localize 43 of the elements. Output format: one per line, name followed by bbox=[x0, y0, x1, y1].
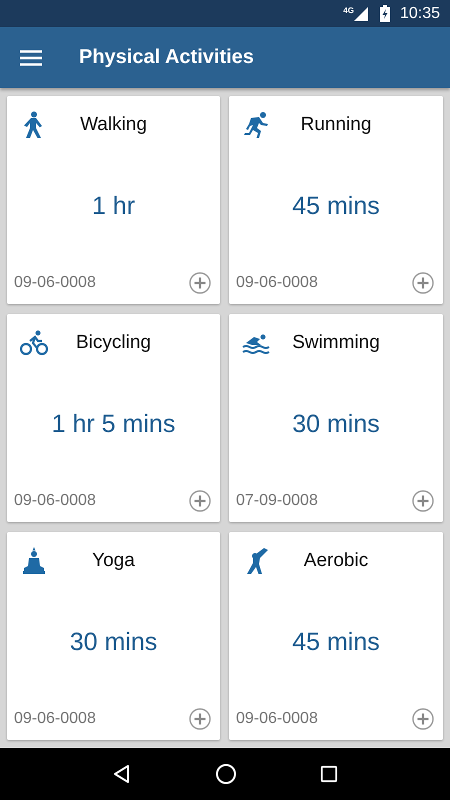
activity-name: Running bbox=[300, 114, 372, 136]
menu-icon bbox=[20, 50, 42, 66]
activity-card[interactable]: Walking 1 hr 09-06-0008 bbox=[7, 96, 220, 304]
activity-duration: 1 hr 5 mins bbox=[50, 408, 176, 440]
back-icon[interactable] bbox=[112, 764, 132, 784]
activity-duration: 45 mins bbox=[291, 626, 381, 658]
running-person-icon bbox=[242, 111, 270, 139]
activity-name: Walking bbox=[79, 114, 148, 136]
battery-charging-icon bbox=[380, 5, 390, 22]
activity-date: 07-09-0008 bbox=[236, 492, 318, 510]
cyclist-icon bbox=[20, 329, 48, 357]
activity-card[interactable]: Swimming 30 mins 07-09-0008 bbox=[229, 314, 443, 522]
add-icon[interactable] bbox=[189, 490, 211, 512]
clock-time: 10:35 bbox=[400, 4, 440, 22]
activity-date: 09-06-0008 bbox=[14, 710, 96, 728]
activity-name: Yoga bbox=[91, 550, 136, 572]
activity-card[interactable]: Yoga 30 mins 09-06-0008 bbox=[7, 532, 220, 740]
activity-card[interactable]: Aerobic 45 mins 09-06-0008 bbox=[229, 532, 443, 740]
add-icon[interactable] bbox=[412, 272, 434, 294]
add-icon[interactable] bbox=[412, 490, 434, 512]
activity-name: Swimming bbox=[291, 332, 381, 354]
app-title: Physical Activities bbox=[79, 46, 254, 69]
add-icon[interactable] bbox=[189, 708, 211, 730]
home-icon[interactable] bbox=[214, 763, 237, 785]
activity-date: 09-06-0008 bbox=[236, 710, 318, 728]
activity-duration: 1 hr bbox=[90, 190, 136, 222]
activity-name: Bicycling bbox=[75, 332, 152, 354]
signal-icon bbox=[354, 6, 368, 20]
recent-apps-icon[interactable] bbox=[320, 765, 338, 783]
activity-date: 09-06-0008 bbox=[236, 274, 318, 292]
activity-date: 09-06-0008 bbox=[14, 274, 96, 292]
menu-button[interactable] bbox=[20, 50, 42, 66]
activity-card[interactable]: Bicycling 1 hr 5 mins 09-06-0008 bbox=[7, 314, 220, 522]
activity-duration: 30 mins bbox=[68, 626, 158, 658]
activity-date: 09-06-0008 bbox=[14, 492, 96, 510]
add-icon[interactable] bbox=[189, 272, 211, 294]
network-type: 4G bbox=[343, 6, 354, 15]
add-icon[interactable] bbox=[412, 708, 434, 730]
activity-card[interactable]: Running 45 mins 09-06-0008 bbox=[229, 96, 443, 304]
meditating-person-icon bbox=[20, 547, 48, 575]
activity-name: Aerobic bbox=[302, 550, 370, 572]
activity-duration: 30 mins bbox=[291, 408, 381, 440]
activity-duration: 45 mins bbox=[291, 190, 381, 222]
